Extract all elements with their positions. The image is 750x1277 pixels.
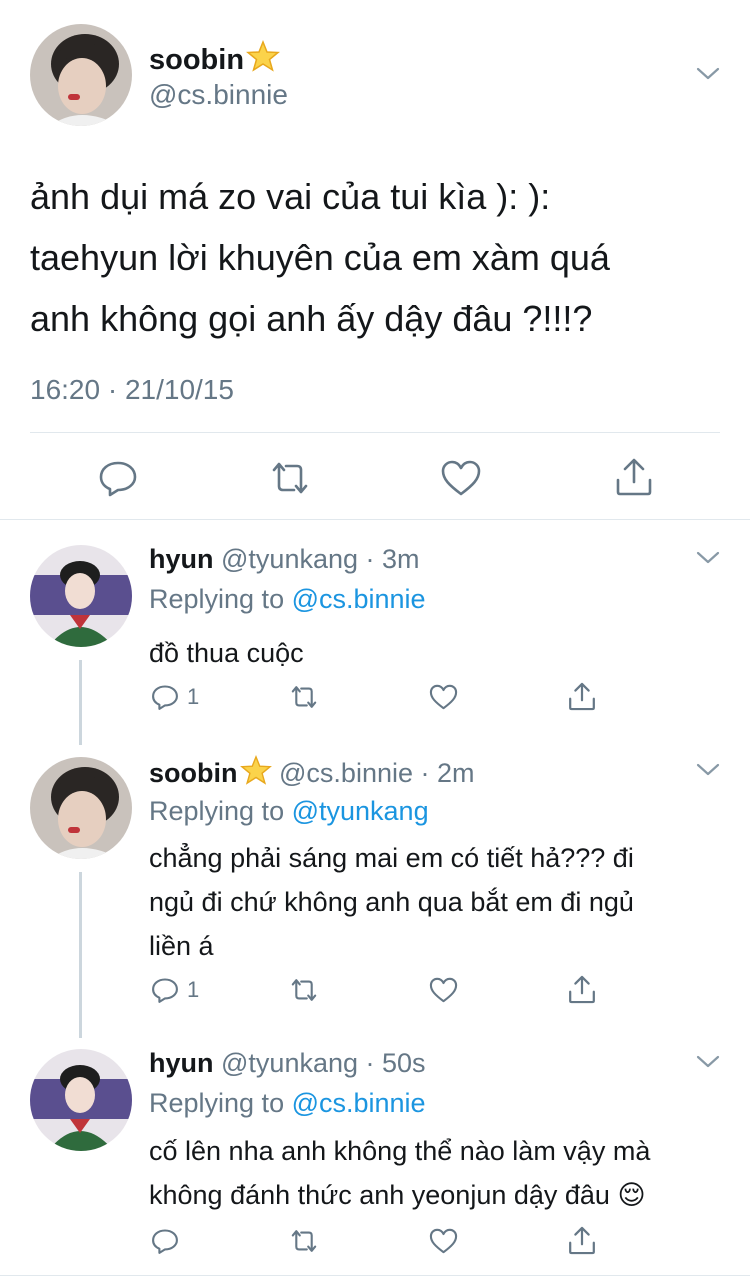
handle[interactable]: @cs.binnie bbox=[279, 758, 413, 788]
reply-icon bbox=[152, 1229, 178, 1254]
like-icon[interactable] bbox=[428, 1227, 459, 1255]
tweet-text: cố lên nha anh không thể nào làm vậy mà … bbox=[149, 1129, 650, 1217]
tweet-text: chẳng phải sáng mai em có tiết hả??? đi … bbox=[149, 836, 634, 968]
reply-count: 1 bbox=[187, 684, 200, 709]
tweet-text: ảnh dụi má zo vai của tui kìa ): ): taeh… bbox=[30, 166, 610, 349]
mention-link[interactable]: @tyunkang bbox=[292, 796, 429, 826]
share-icon[interactable] bbox=[614, 456, 654, 498]
replying-to: Replying to @cs.binnie bbox=[149, 584, 426, 615]
share-icon[interactable] bbox=[567, 974, 597, 1005]
replying-label: Replying to bbox=[149, 584, 292, 614]
thread-line bbox=[79, 872, 82, 1038]
handle[interactable]: @tyunkang bbox=[221, 1048, 358, 1078]
like-icon[interactable] bbox=[440, 458, 482, 498]
reply-button[interactable]: 1 bbox=[151, 976, 199, 1004]
display-name-text[interactable]: soobin bbox=[149, 44, 244, 76]
divider bbox=[30, 432, 720, 433]
tweet-text-line: chẳng phải sáng mai em có tiết hả??? đi bbox=[149, 843, 634, 873]
retweet-icon[interactable] bbox=[288, 683, 320, 711]
timestamp[interactable]: · 50s bbox=[366, 1048, 426, 1078]
mention-link[interactable]: @cs.binnie bbox=[292, 584, 426, 614]
reply-button[interactable]: 1 bbox=[151, 683, 199, 711]
display-name[interactable]: soobin bbox=[149, 39, 281, 80]
chevron-down-icon[interactable] bbox=[695, 66, 721, 82]
reply-header: hyun @tyunkang · 50s bbox=[149, 1048, 426, 1079]
tweet-text-line: liền á bbox=[149, 931, 214, 961]
display-name[interactable]: soobin bbox=[149, 758, 238, 788]
chevron-down-icon[interactable] bbox=[695, 550, 721, 566]
retweet-icon[interactable] bbox=[288, 976, 320, 1004]
thread-line bbox=[79, 660, 82, 745]
avatar[interactable] bbox=[30, 24, 132, 126]
retweet-icon[interactable] bbox=[288, 1227, 320, 1255]
timestamp[interactable]: · 3m bbox=[366, 544, 420, 574]
display-name[interactable]: hyun bbox=[149, 1048, 214, 1078]
tweet-text-line: đồ thua cuộc bbox=[149, 638, 304, 668]
replying-label: Replying to bbox=[149, 796, 292, 826]
tweet-text: đồ thua cuộc bbox=[149, 631, 304, 675]
replying-to: Replying to @cs.binnie bbox=[149, 1088, 426, 1119]
avatar[interactable] bbox=[30, 545, 132, 647]
reply-header: soobin @cs.binnie · 2m bbox=[149, 754, 475, 792]
timestamp[interactable]: 16:20 · 21/10/15 bbox=[30, 374, 234, 406]
tweet-text-line: taehyun lời khuyên của em xàm quá bbox=[30, 237, 610, 278]
chevron-down-icon[interactable] bbox=[695, 1054, 721, 1070]
reply-icon bbox=[152, 978, 178, 1003]
tweet-text-line: ngủ đi chứ không anh qua bắt em đi ngủ bbox=[149, 887, 634, 917]
retweet-icon[interactable] bbox=[268, 458, 312, 498]
share-icon[interactable] bbox=[567, 681, 597, 712]
display-name[interactable]: hyun bbox=[149, 544, 214, 574]
reply-button[interactable] bbox=[151, 1227, 187, 1255]
tweet-text-line: anh không gọi anh ấy dậy đâu ?!!!? bbox=[30, 298, 593, 339]
reply-header: hyun @tyunkang · 3m bbox=[149, 544, 420, 575]
handle[interactable]: @cs.binnie bbox=[149, 79, 288, 111]
star-icon bbox=[239, 754, 272, 792]
handle[interactable]: @tyunkang bbox=[221, 544, 358, 574]
tweet-text-line: không đánh thức anh yeonjun dậy đâu 😌 bbox=[149, 1180, 646, 1210]
chevron-down-icon[interactable] bbox=[695, 762, 721, 778]
mention-link[interactable]: @cs.binnie bbox=[292, 1088, 426, 1118]
timestamp[interactable]: · 2m bbox=[421, 758, 475, 788]
replying-to: Replying to @tyunkang bbox=[149, 796, 429, 827]
tweet-text-line: ảnh dụi má zo vai của tui kìa ): ): bbox=[30, 176, 551, 217]
replying-label: Replying to bbox=[149, 1088, 292, 1118]
reply-icon[interactable] bbox=[98, 458, 138, 498]
share-icon[interactable] bbox=[567, 1225, 597, 1256]
reply-icon bbox=[152, 685, 178, 710]
like-icon[interactable] bbox=[428, 683, 459, 711]
star-icon bbox=[246, 39, 281, 80]
tweet-text-line: cố lên nha anh không thể nào làm vậy mà bbox=[149, 1136, 651, 1166]
avatar[interactable] bbox=[30, 757, 132, 859]
divider bbox=[0, 519, 750, 520]
like-icon[interactable] bbox=[428, 976, 459, 1004]
avatar[interactable] bbox=[30, 1049, 132, 1151]
reply-count: 1 bbox=[187, 977, 200, 1002]
divider bbox=[0, 1275, 750, 1276]
